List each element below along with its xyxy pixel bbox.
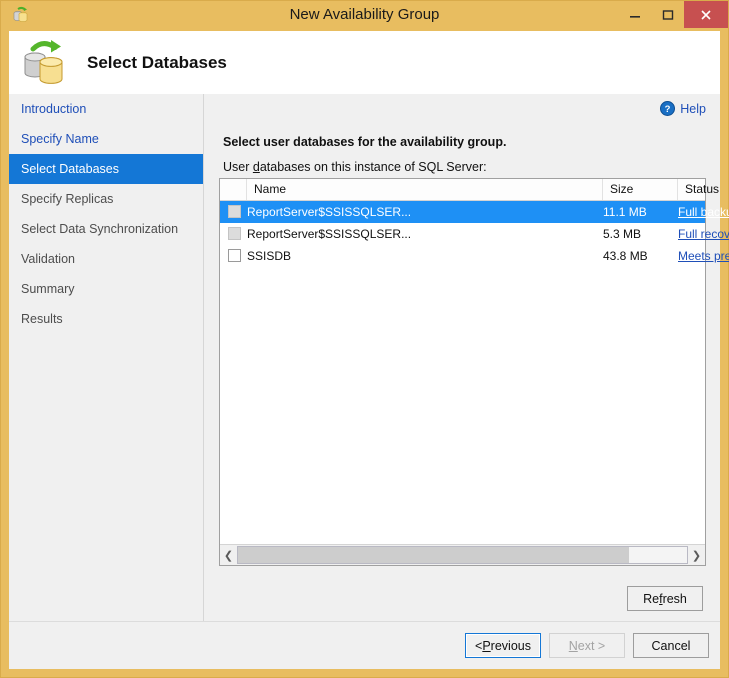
column-header-size[interactable]: Size	[603, 179, 678, 200]
help-label: Help	[680, 101, 706, 116]
maximize-button[interactable]	[651, 1, 684, 28]
table-row[interactable]: ReportServer$SSISSQLSER... 5.3 MB Full r…	[220, 223, 729, 245]
next-accel: N	[568, 638, 578, 653]
instruction-heading: Select user databases for the availabili…	[223, 135, 507, 149]
next-button[interactable]: Next >	[549, 633, 625, 658]
scroll-left-icon[interactable]: ❮	[220, 545, 237, 565]
cell-name: SSISDB	[247, 249, 292, 263]
row-checkbox[interactable]	[228, 205, 241, 218]
cell-size: 43.8 MB	[603, 249, 648, 263]
sidebar-item-validation[interactable]: Validation	[9, 244, 203, 274]
page-banner: Select Databases	[9, 31, 720, 94]
row-checkbox[interactable]	[228, 227, 241, 240]
banner-database-sync-icon	[18, 37, 70, 87]
dialog-footer: < Previous Next > Cancel	[9, 621, 720, 669]
refresh-prefix: Re	[643, 591, 660, 606]
sidebar-item-select-databases[interactable]: Select Databases	[9, 154, 203, 184]
table-row[interactable]: SSISDB 43.8 MB Meets prerequisites *****…	[220, 245, 729, 267]
cell-status-link[interactable]: Full backup is required	[678, 201, 729, 223]
cancel-button[interactable]: Cancel	[633, 633, 709, 658]
cell-size: 5.3 MB	[603, 227, 642, 241]
wizard-steps-sidebar: Introduction Specify Name Select Databas…	[9, 94, 204, 621]
main-pane: ? Help Select user databases for the ava…	[205, 94, 729, 621]
previous-accel: P	[482, 638, 491, 653]
sidebar-item-specify-replicas[interactable]: Specify Replicas	[9, 184, 203, 214]
cell-status-link[interactable]: Meets prerequisites	[678, 245, 729, 267]
refresh-suffix: resh	[662, 591, 687, 606]
minimize-button[interactable]	[618, 1, 651, 28]
svg-text:?: ?	[665, 104, 671, 115]
list-label-accel: d	[252, 160, 260, 174]
row-checkbox[interactable]	[228, 249, 241, 262]
column-header-name[interactable]: Name	[247, 179, 603, 200]
table-row[interactable]: ReportServer$SSISSQLSER... 11.1 MB Full …	[220, 201, 729, 223]
listview-header-row: Name Size Status Password	[220, 179, 719, 201]
dialog-window: New Availability Group Select Databases …	[0, 0, 729, 678]
column-header-status[interactable]: Status	[678, 179, 729, 200]
sidebar-item-specify-name[interactable]: Specify Name	[9, 124, 203, 154]
databases-listview[interactable]: Name Size Status Password ReportServer$S…	[219, 178, 729, 566]
sidebar-item-results[interactable]: Results	[9, 304, 203, 334]
next-suffix: ext >	[577, 638, 606, 653]
scrollbar-track[interactable]	[237, 546, 688, 564]
column-header-checkbox[interactable]	[220, 179, 247, 200]
sidebar-item-summary[interactable]: Summary	[9, 274, 203, 304]
close-button[interactable]	[684, 1, 728, 28]
cell-name: ReportServer$SSISSQLSER...	[247, 227, 412, 241]
dialog-content: Introduction Specify Name Select Databas…	[9, 94, 729, 621]
help-circle-icon: ?	[660, 101, 676, 116]
cell-name: ReportServer$SSISSQLSER...	[247, 205, 412, 219]
list-label: User databases on this instance of SQL S…	[223, 160, 487, 174]
sidebar-item-select-data-synchronization[interactable]: Select Data Synchronization	[9, 214, 203, 244]
sidebar-item-introduction[interactable]: Introduction	[9, 94, 203, 124]
window-controls	[618, 1, 728, 28]
title-bar: New Availability Group	[1, 1, 728, 28]
previous-prefix: <	[475, 638, 483, 653]
cell-status-link[interactable]: Full recovery mode is re...	[678, 223, 729, 245]
cell-size: 11.1 MB	[603, 205, 647, 219]
scroll-right-icon[interactable]: ❯	[688, 545, 705, 565]
previous-button[interactable]: < Previous	[465, 633, 541, 658]
list-label-suffix: atabases on this instance of SQL Server:	[259, 160, 487, 174]
previous-suffix: revious	[490, 638, 531, 653]
scrollbar-thumb[interactable]	[238, 547, 629, 563]
footer-button-group: < Previous Next > Cancel	[465, 633, 709, 658]
listview-body: ReportServer$SSISSQLSER... 11.1 MB Full …	[220, 201, 729, 544]
refresh-button[interactable]: Re f resh	[627, 586, 703, 611]
help-link[interactable]: ? Help	[660, 101, 706, 116]
list-label-prefix: User	[223, 160, 253, 174]
page-title: Select Databases	[87, 53, 227, 72]
horizontal-scrollbar[interactable]: ❮ ❯	[220, 544, 705, 565]
